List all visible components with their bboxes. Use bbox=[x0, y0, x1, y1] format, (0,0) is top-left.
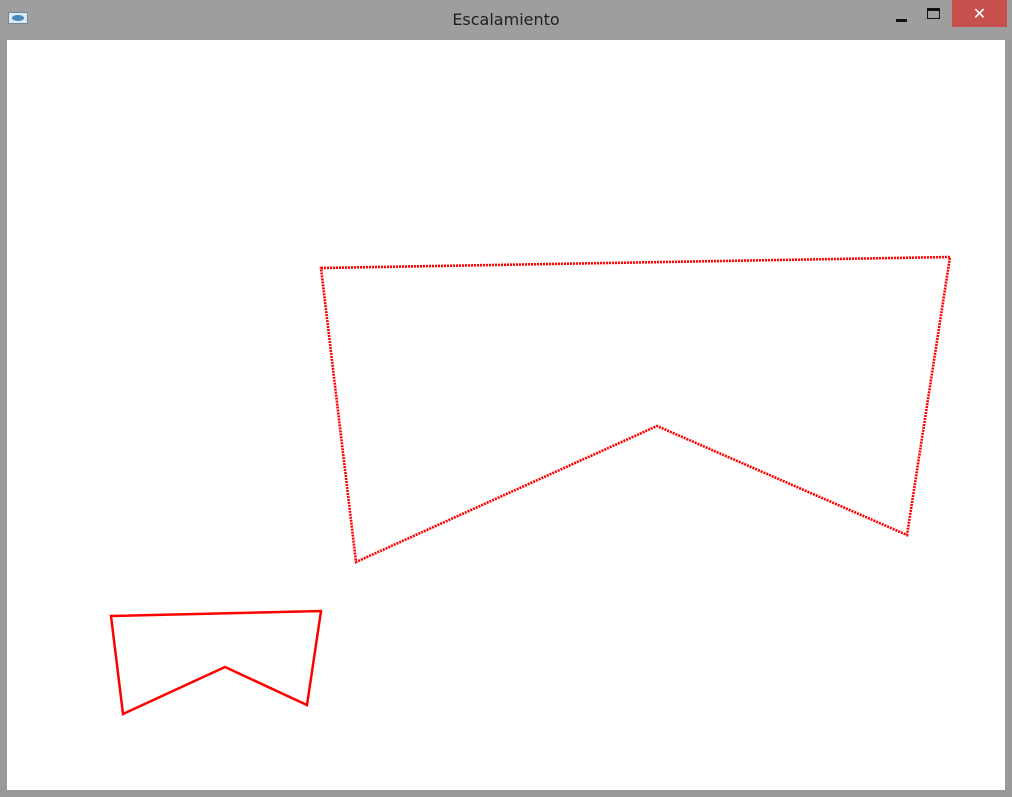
maximize-button[interactable] bbox=[918, 0, 948, 28]
close-button[interactable]: ✕ bbox=[952, 0, 1007, 27]
close-icon: ✕ bbox=[972, 4, 987, 23]
minimize-button[interactable] bbox=[886, 0, 916, 28]
scaled-polygon bbox=[319, 255, 952, 564]
app-window: Escalamiento ✕ bbox=[0, 0, 1012, 797]
original-polygon bbox=[109, 609, 323, 716]
drawing-canvas[interactable] bbox=[7, 40, 1005, 790]
canvas-svg bbox=[109, 255, 952, 716]
window-title: Escalamiento bbox=[452, 10, 560, 29]
title-bar[interactable]: Escalamiento ✕ bbox=[0, 0, 1012, 40]
app-icon[interactable] bbox=[8, 12, 28, 24]
